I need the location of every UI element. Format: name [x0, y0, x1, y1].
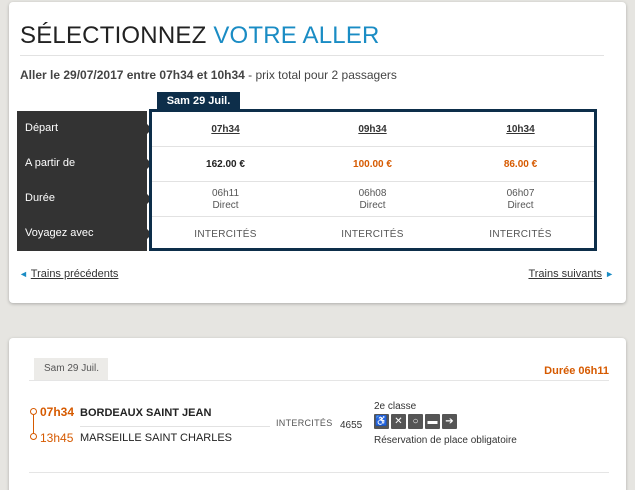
duration-value: 06h11	[211, 187, 240, 199]
train-options-grid: 07h34 09h34 10h34 162.00 € 100.00 € 86.0…	[149, 109, 597, 251]
divider	[80, 426, 270, 427]
price-cell[interactable]: 86.00 €	[447, 147, 594, 182]
departure-time-link[interactable]: 10h34	[506, 124, 534, 135]
trip-type: Direct	[212, 199, 239, 211]
restaurant-icon: ✕	[391, 414, 406, 429]
title-main: SÉLECTIONNEZ	[20, 22, 207, 49]
train-operator: INTERCITÉS	[276, 418, 333, 428]
arrival-station: MARSEILLE SAINT CHARLES	[80, 432, 233, 444]
arrival-time: 13h45	[40, 431, 74, 445]
price-cell[interactable]: 100.00 €	[299, 147, 446, 182]
arrival-dot-icon	[30, 433, 37, 440]
duration-cell: 06h07 Direct	[447, 182, 594, 217]
next-trains-link[interactable]: Trains suivants ►	[528, 268, 614, 280]
reservation-notice: Réservation de place obligatoire	[374, 435, 517, 446]
operator-row: INTERCITÉS INTERCITÉS INTERCITÉS	[152, 217, 594, 252]
search-summary: Aller le 29/07/2017 entre 07h34 et 10h34…	[20, 68, 397, 82]
price-cell[interactable]: 162.00 €	[152, 147, 299, 182]
departure-time: 07h34	[40, 405, 75, 419]
operator-cell: INTERCITÉS	[152, 217, 299, 252]
bike-icon: ○	[408, 414, 423, 429]
trip-type: Direct	[507, 199, 534, 211]
arrow-right-icon: ►	[605, 269, 614, 279]
departure-row: 07h34 09h34 10h34	[152, 112, 594, 147]
operator-name: INTERCITÉS	[194, 229, 257, 240]
departure-time-link[interactable]: 09h34	[358, 124, 386, 135]
departure-dot-icon	[30, 408, 37, 415]
total-duration: Durée 06h11	[544, 365, 609, 377]
route-line	[33, 415, 34, 434]
duration-cell: 06h08 Direct	[299, 182, 446, 217]
price-value[interactable]: 86.00 €	[504, 159, 537, 170]
train-number: 4655	[340, 420, 363, 431]
departure-cell[interactable]: 10h34	[447, 112, 594, 147]
divider	[20, 55, 604, 56]
detail-date-tab: Sam 29 Juil.	[34, 358, 108, 380]
operator-name: INTERCITÉS	[341, 229, 404, 240]
row-label-duration: Durée	[17, 181, 152, 216]
divider	[29, 472, 609, 473]
operator-cell: INTERCITÉS	[447, 217, 594, 252]
duration-value: 06h08	[358, 187, 387, 199]
search-summary-passengers: - prix total pour 2 passagers	[244, 68, 397, 82]
duration-cell: 06h11 Direct	[152, 182, 299, 217]
price-value[interactable]: 100.00 €	[353, 159, 392, 170]
trip-type: Direct	[359, 199, 386, 211]
couchette-icon: ▬	[425, 414, 440, 429]
operator-name: INTERCITÉS	[489, 229, 552, 240]
direction-icon: ➔	[442, 414, 457, 429]
operator-cell: INTERCITÉS	[299, 217, 446, 252]
row-label-price: A partir de	[17, 146, 152, 181]
departure-time-link[interactable]: 07h34	[211, 124, 239, 135]
page-title: SÉLECTIONNEZ VOTRE ALLER	[20, 22, 380, 50]
amenities: ♿ ✕ ○ ▬ ➔	[374, 414, 457, 429]
travel-class: 2e classe	[374, 401, 417, 412]
row-label-departure: Départ	[17, 111, 152, 146]
next-trains-label[interactable]: Trains suivants	[528, 268, 602, 280]
arrow-left-icon: ◄	[19, 269, 28, 279]
previous-trains-label[interactable]: Trains précédents	[31, 268, 119, 280]
duration-row: 06h11 Direct 06h08 Direct 06h07 Direct	[152, 182, 594, 217]
departure-station: BORDEAUX SAINT JEAN	[80, 407, 212, 419]
row-label-operator: Voyagez avec	[17, 216, 152, 251]
divider	[29, 380, 609, 381]
price-value[interactable]: 162.00 €	[206, 159, 245, 170]
search-summary-date: Aller le 29/07/2017 entre 07h34 et 10h34	[20, 68, 245, 82]
duration-value: 06h07	[506, 187, 535, 199]
price-row: 162.00 € 100.00 € 86.00 €	[152, 147, 594, 182]
title-accent: VOTRE ALLER	[213, 22, 380, 49]
departure-cell[interactable]: 09h34	[299, 112, 446, 147]
date-tab[interactable]: Sam 29 Juil.	[157, 92, 240, 110]
departure-cell[interactable]: 07h34	[152, 112, 299, 147]
wheelchair-icon: ♿	[374, 414, 389, 429]
previous-trains-link[interactable]: ◄ Trains précédents	[19, 268, 118, 280]
